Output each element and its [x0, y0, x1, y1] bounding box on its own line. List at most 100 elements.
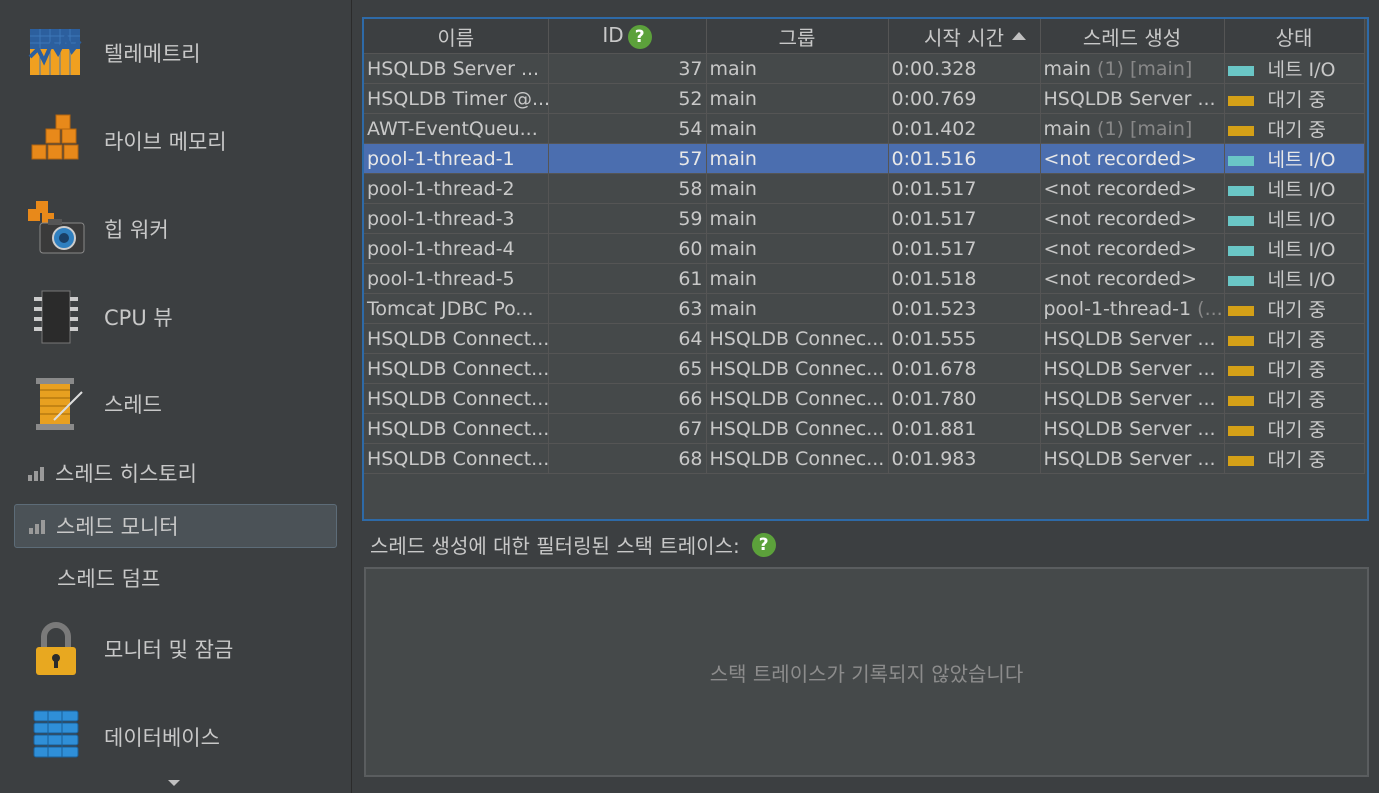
- cell-group: main: [706, 203, 889, 234]
- cell-state: 대기 중: [1224, 113, 1365, 144]
- table-row[interactable]: HSQLDB Connect... 68 HSQLDB Connec... 0:01.…: [364, 443, 1365, 474]
- nav-item-telemetry[interactable]: 텔레메트리: [0, 13, 351, 93]
- table-row[interactable]: AWT-EventQueu... 54 main 0:01.402 main (1) […: [364, 113, 1365, 144]
- nav-item-live-memory[interactable]: 라이브 메모리: [0, 101, 351, 181]
- nav-label: 스레드 모니터: [56, 515, 179, 539]
- state-label: 대기 중: [1267, 119, 1326, 141]
- column-header-group[interactable]: 그룹: [706, 19, 889, 54]
- thread-table[interactable]: 이름 ID? 그룹 시작 시간 스레드 생성 상태 HSQLDB Server …: [362, 17, 1369, 521]
- cell-name: pool-1-thread-5: [364, 263, 549, 294]
- cell-creator: <not recorded>: [1040, 143, 1225, 174]
- state-label: 네트 I/O: [1267, 239, 1336, 261]
- column-header-id[interactable]: ID?: [548, 19, 707, 54]
- table-row[interactable]: Tomcat JDBC Po... 63 main 0:01.523 pool-1-th…: [364, 293, 1365, 324]
- cell-state: 네트 I/O: [1224, 233, 1365, 264]
- nav-item-thread-dump[interactable]: 스레드 덤프: [14, 557, 335, 599]
- cell-id: 52: [548, 83, 707, 114]
- state-color-swatch: [1227, 155, 1254, 166]
- state-color-swatch: [1227, 425, 1254, 436]
- state-color-swatch: [1227, 395, 1254, 406]
- bar-chart-icon: [29, 520, 45, 534]
- table-row[interactable]: pool-1-thread-5 61 main 0:01.518 <not record…: [364, 263, 1365, 294]
- creator-name: HSQLDB Server ...: [1043, 327, 1216, 350]
- cell-name: pool-1-thread-3: [364, 203, 549, 234]
- cell-id: 59: [548, 203, 707, 234]
- cell-group: HSQLDB Connec...: [706, 353, 889, 384]
- table-row[interactable]: pool-1-thread-4 60 main 0:01.517 <not record…: [364, 233, 1365, 264]
- creator-name: <not recorded>: [1043, 207, 1197, 230]
- state-label: 네트 I/O: [1267, 269, 1336, 291]
- nav-item-heap-walker[interactable]: 힙 워커: [0, 189, 351, 269]
- nav-item-cpu-views[interactable]: CPU 뷰: [0, 277, 351, 357]
- cell-start-time: 0:01.402: [888, 113, 1041, 144]
- table-row[interactable]: HSQLDB Connect... 67 HSQLDB Connec... 0:01.…: [364, 413, 1365, 444]
- state-label: 대기 중: [1267, 299, 1326, 321]
- cell-name: HSQLDB Connect...: [364, 383, 549, 414]
- cell-id: 61: [548, 263, 707, 294]
- cell-state: 네트 I/O: [1224, 173, 1365, 204]
- cell-name: pool-1-thread-1: [364, 143, 549, 174]
- cell-state: 네트 I/O: [1224, 143, 1365, 174]
- state-label: 네트 I/O: [1267, 209, 1336, 231]
- stack-trace-panel[interactable]: 스택 트레이스가 기록되지 않았습니다: [364, 567, 1369, 777]
- state-label: 네트 I/O: [1267, 149, 1336, 171]
- state-color-swatch: [1227, 275, 1254, 286]
- cell-name: Tomcat JDBC Po...: [364, 293, 549, 324]
- table-row[interactable]: HSQLDB Connect... 65 HSQLDB Connec... 0:01.…: [364, 353, 1365, 384]
- table-row[interactable]: HSQLDB Timer @... 52 main 0:00.769 HSQLDB Se…: [364, 83, 1365, 114]
- nav-item-thread-history[interactable]: 스레드 히스토리: [14, 452, 335, 494]
- state-label: 대기 중: [1267, 329, 1326, 351]
- cell-creator: HSQLDB Server ...: [1040, 383, 1225, 414]
- stack-trace-empty-message: 스택 트레이스가 기록되지 않았습니다: [709, 661, 1024, 686]
- table-row[interactable]: HSQLDB Connect... 66 HSQLDB Connec... 0:01.…: [364, 383, 1365, 414]
- sort-ascending-icon: [1011, 32, 1026, 40]
- column-header-state[interactable]: 상태: [1224, 19, 1365, 54]
- cell-start-time: 0:01.678: [888, 353, 1041, 384]
- stack-trace-label: 스레드 생성에 대한 필터링된 스택 트레이스: ?: [370, 530, 776, 559]
- column-header-start-time[interactable]: 시작 시간: [888, 19, 1041, 54]
- column-header-name[interactable]: 이름: [364, 19, 549, 54]
- state-label: 네트 I/O: [1267, 179, 1336, 201]
- table-row[interactable]: pool-1-thread-1 57 main 0:01.516 <not record…: [364, 143, 1365, 174]
- cell-id: 68: [548, 443, 707, 474]
- table-row[interactable]: HSQLDB Connect... 64 HSQLDB Connec... 0:01.…: [364, 323, 1365, 354]
- heap-walker-icon: [28, 201, 85, 254]
- help-icon[interactable]: ?: [627, 24, 652, 49]
- nav-item-monitors-locks[interactable]: 모니터 및 잠금: [0, 609, 351, 689]
- nav-item-threads[interactable]: 스레드: [0, 364, 351, 444]
- cell-state: 대기 중: [1224, 383, 1365, 414]
- state-color-swatch: [1227, 125, 1254, 136]
- nav-label: 모니터 및 잠금: [104, 638, 234, 662]
- cell-group: main: [706, 83, 889, 114]
- cell-id: 57: [548, 143, 707, 174]
- scroll-down-icon[interactable]: [168, 780, 180, 786]
- cell-state: 대기 중: [1224, 293, 1365, 324]
- cell-start-time: 0:01.780: [888, 383, 1041, 414]
- cell-group: HSQLDB Connec...: [706, 413, 889, 444]
- cell-id: 54: [548, 113, 707, 144]
- table-row[interactable]: HSQLDB Server ... 37 main 0:00.328 main (1) …: [364, 53, 1365, 84]
- threads-icon: [36, 378, 83, 430]
- cell-creator: HSQLDB Server ...: [1040, 323, 1225, 354]
- cell-id: 66: [548, 383, 707, 414]
- cell-start-time: 0:01.517: [888, 233, 1041, 264]
- cell-start-time: 0:01.523: [888, 293, 1041, 324]
- creator-name: pool-1-thread-1: [1043, 297, 1192, 320]
- cpu-views-icon: [34, 290, 78, 344]
- state-color-swatch: [1227, 335, 1254, 346]
- cell-id: 64: [548, 323, 707, 354]
- table-row[interactable]: pool-1-thread-3 59 main 0:01.517 <not record…: [364, 203, 1365, 234]
- help-icon[interactable]: ?: [751, 532, 776, 557]
- nav-item-thread-monitor[interactable]: 스레드 모니터: [14, 504, 337, 548]
- column-header-creator[interactable]: 스레드 생성: [1040, 19, 1225, 54]
- state-label: 대기 중: [1267, 389, 1326, 411]
- state-color-swatch: [1227, 245, 1254, 256]
- column-label: 그룹: [778, 25, 816, 50]
- creator-extra: (...: [1197, 297, 1223, 320]
- table-row[interactable]: pool-1-thread-2 58 main 0:01.517 <not record…: [364, 173, 1365, 204]
- cell-creator: HSQLDB Server ...: [1040, 413, 1225, 444]
- nav-label: 힙 워커: [104, 218, 169, 242]
- nav-label: 라이브 메모리: [104, 130, 227, 154]
- cell-id: 67: [548, 413, 707, 444]
- nav-item-databases[interactable]: 데이터베이스: [0, 697, 351, 777]
